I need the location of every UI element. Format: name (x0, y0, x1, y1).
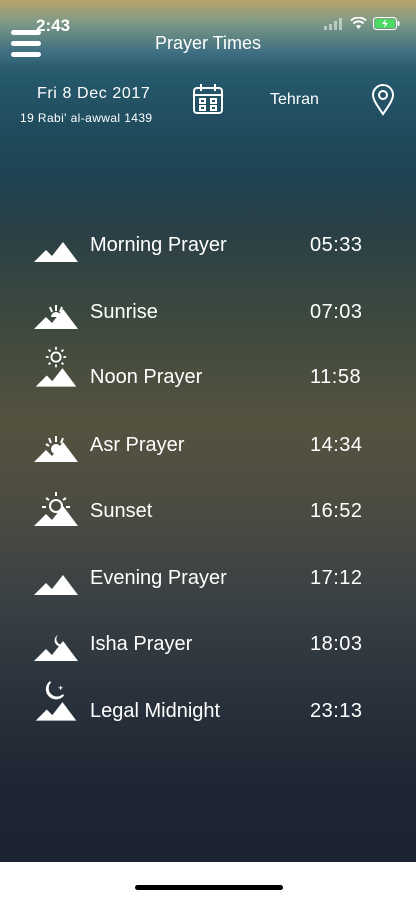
prayer-time: 17:12 (310, 567, 363, 589)
mountain-crescent-icon (34, 569, 78, 595)
prayer-name: Morning Prayer (90, 234, 227, 256)
mountain-sunset-icon (34, 492, 78, 526)
prayer-row: Morning Prayer 05:33 (0, 220, 416, 276)
status-bar-icons (324, 17, 400, 30)
prayer-time: 18:03 (310, 633, 363, 655)
prayer-name: Sunset (90, 500, 153, 522)
prayer-name: Asr Prayer (90, 434, 185, 456)
prayer-name: Evening Prayer (90, 567, 227, 589)
mountain-sun-low-icon (34, 436, 78, 462)
page-title: Prayer Times (154, 33, 262, 53)
prayer-time: 05:33 (310, 234, 363, 256)
prayer-row: Sunset 16:52 (0, 484, 416, 540)
mountain-moon-star-icon (35, 681, 77, 721)
prayer-name: Noon Prayer (90, 366, 203, 388)
mountain-sun-icon (35, 346, 77, 387)
location-button[interactable] (370, 84, 396, 116)
prayer-time: 23:13 (310, 700, 363, 722)
mountain-crescent-small-icon (34, 635, 78, 661)
prayer-row: Asr Prayer 14:34 (0, 420, 416, 476)
calendar-icon (193, 84, 223, 114)
prayer-time: 11:58 (310, 366, 362, 388)
prayer-row: Legal Midnight 23:13 (0, 680, 416, 736)
mountain-sunrise-icon (34, 305, 78, 329)
prayer-name: Isha Prayer (90, 633, 193, 655)
battery-charging-icon (373, 17, 400, 30)
home-indicator[interactable] (135, 885, 283, 890)
app-screen: 2:43 Prayer Times Fri 8 Dec 2017 19 Rabi… (0, 0, 416, 862)
location-pin-icon (371, 84, 395, 116)
prayer-time: 07:03 (310, 301, 363, 323)
prayer-row: Sunrise 07:03 (0, 287, 416, 343)
gregorian-date: Fri 8 Dec 2017 (37, 85, 151, 102)
mountain-icon (34, 242, 78, 262)
calendar-button[interactable] (192, 83, 224, 115)
prayer-name: Legal Midnight (90, 700, 221, 722)
city-name[interactable]: Tehran (270, 91, 319, 109)
prayer-name: Sunrise (90, 301, 158, 323)
prayer-row: Evening Prayer 17:12 (0, 553, 416, 609)
prayer-row: Isha Prayer 18:03 (0, 619, 416, 675)
cellular-signal-icon (324, 17, 342, 30)
prayer-time: 14:34 (310, 434, 363, 456)
wifi-icon (350, 17, 367, 29)
hijri-date: 19 Rabi' al-awwal 1439 (20, 111, 153, 125)
prayer-row: Noon Prayer 11:58 (0, 346, 416, 402)
prayer-time: 16:52 (310, 500, 363, 522)
